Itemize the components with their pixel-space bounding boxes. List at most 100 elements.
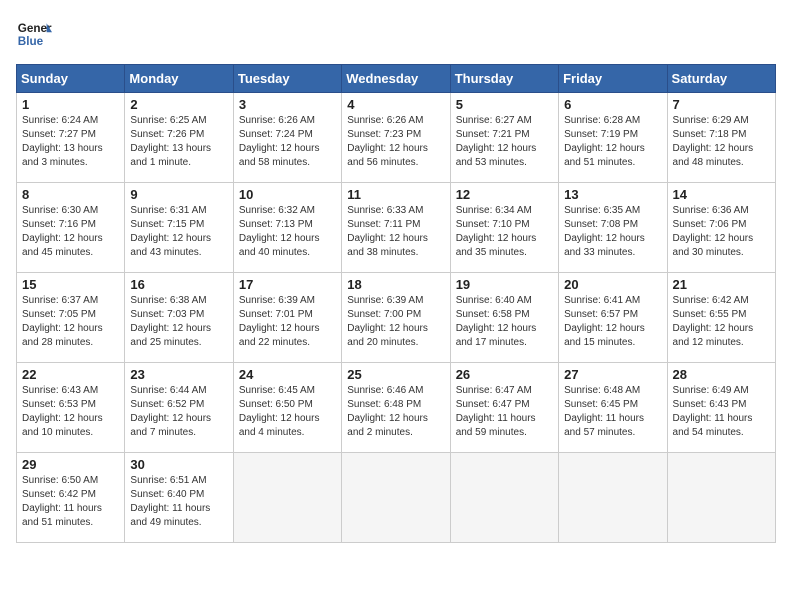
- calendar-cell: 5 Sunrise: 6:27 AM Sunset: 7:21 PM Dayli…: [450, 93, 558, 183]
- day-number: 9: [130, 187, 227, 202]
- day-number: 12: [456, 187, 553, 202]
- calendar-cell: 10 Sunrise: 6:32 AM Sunset: 7:13 PM Dayl…: [233, 183, 341, 273]
- calendar-cell: 25 Sunrise: 6:46 AM Sunset: 6:48 PM Dayl…: [342, 363, 450, 453]
- calendar-week-row: 22 Sunrise: 6:43 AM Sunset: 6:53 PM Dayl…: [17, 363, 776, 453]
- calendar-cell: 15 Sunrise: 6:37 AM Sunset: 7:05 PM Dayl…: [17, 273, 125, 363]
- day-info: Sunrise: 6:49 AM Sunset: 6:43 PM Dayligh…: [673, 384, 770, 440]
- day-number: 24: [239, 367, 336, 382]
- calendar-cell: [342, 453, 450, 543]
- day-info: Sunrise: 6:42 AM Sunset: 6:55 PM Dayligh…: [673, 294, 770, 350]
- day-number: 19: [456, 277, 553, 292]
- day-info: Sunrise: 6:29 AM Sunset: 7:18 PM Dayligh…: [673, 114, 770, 170]
- day-number: 10: [239, 187, 336, 202]
- day-info: Sunrise: 6:35 AM Sunset: 7:08 PM Dayligh…: [564, 204, 661, 260]
- day-number: 1: [22, 97, 119, 112]
- day-number: 16: [130, 277, 227, 292]
- day-info: Sunrise: 6:30 AM Sunset: 7:16 PM Dayligh…: [22, 204, 119, 260]
- day-info: Sunrise: 6:50 AM Sunset: 6:42 PM Dayligh…: [22, 474, 119, 530]
- day-info: Sunrise: 6:27 AM Sunset: 7:21 PM Dayligh…: [456, 114, 553, 170]
- day-info: Sunrise: 6:45 AM Sunset: 6:50 PM Dayligh…: [239, 384, 336, 440]
- day-info: Sunrise: 6:36 AM Sunset: 7:06 PM Dayligh…: [673, 204, 770, 260]
- day-number: 5: [456, 97, 553, 112]
- calendar-cell: 28 Sunrise: 6:49 AM Sunset: 6:43 PM Dayl…: [667, 363, 775, 453]
- calendar-cell: 3 Sunrise: 6:26 AM Sunset: 7:24 PM Dayli…: [233, 93, 341, 183]
- calendar-table: SundayMondayTuesdayWednesdayThursdayFrid…: [16, 64, 776, 543]
- day-info: Sunrise: 6:46 AM Sunset: 6:48 PM Dayligh…: [347, 384, 444, 440]
- day-number: 13: [564, 187, 661, 202]
- day-number: 14: [673, 187, 770, 202]
- calendar-cell: 19 Sunrise: 6:40 AM Sunset: 6:58 PM Dayl…: [450, 273, 558, 363]
- day-number: 22: [22, 367, 119, 382]
- weekday-header: Monday: [125, 65, 233, 93]
- calendar-cell: 30 Sunrise: 6:51 AM Sunset: 6:40 PM Dayl…: [125, 453, 233, 543]
- calendar-cell: 18 Sunrise: 6:39 AM Sunset: 7:00 PM Dayl…: [342, 273, 450, 363]
- day-number: 4: [347, 97, 444, 112]
- calendar-cell: 17 Sunrise: 6:39 AM Sunset: 7:01 PM Dayl…: [233, 273, 341, 363]
- calendar-cell: 2 Sunrise: 6:25 AM Sunset: 7:26 PM Dayli…: [125, 93, 233, 183]
- svg-text:Blue: Blue: [18, 35, 44, 48]
- calendar-cell: 1 Sunrise: 6:24 AM Sunset: 7:27 PM Dayli…: [17, 93, 125, 183]
- day-info: Sunrise: 6:51 AM Sunset: 6:40 PM Dayligh…: [130, 474, 227, 530]
- calendar-cell: 14 Sunrise: 6:36 AM Sunset: 7:06 PM Dayl…: [667, 183, 775, 273]
- day-info: Sunrise: 6:48 AM Sunset: 6:45 PM Dayligh…: [564, 384, 661, 440]
- day-number: 7: [673, 97, 770, 112]
- day-number: 27: [564, 367, 661, 382]
- day-number: 30: [130, 457, 227, 472]
- day-info: Sunrise: 6:44 AM Sunset: 6:52 PM Dayligh…: [130, 384, 227, 440]
- day-number: 6: [564, 97, 661, 112]
- day-number: 21: [673, 277, 770, 292]
- day-info: Sunrise: 6:39 AM Sunset: 7:01 PM Dayligh…: [239, 294, 336, 350]
- calendar-cell: [667, 453, 775, 543]
- calendar-cell: 29 Sunrise: 6:50 AM Sunset: 6:42 PM Dayl…: [17, 453, 125, 543]
- day-info: Sunrise: 6:41 AM Sunset: 6:57 PM Dayligh…: [564, 294, 661, 350]
- day-number: 29: [22, 457, 119, 472]
- calendar-cell: 26 Sunrise: 6:47 AM Sunset: 6:47 PM Dayl…: [450, 363, 558, 453]
- day-info: Sunrise: 6:24 AM Sunset: 7:27 PM Dayligh…: [22, 114, 119, 170]
- weekday-header: Friday: [559, 65, 667, 93]
- calendar-cell: 12 Sunrise: 6:34 AM Sunset: 7:10 PM Dayl…: [450, 183, 558, 273]
- day-info: Sunrise: 6:26 AM Sunset: 7:24 PM Dayligh…: [239, 114, 336, 170]
- day-info: Sunrise: 6:25 AM Sunset: 7:26 PM Dayligh…: [130, 114, 227, 170]
- calendar-week-row: 1 Sunrise: 6:24 AM Sunset: 7:27 PM Dayli…: [17, 93, 776, 183]
- day-number: 23: [130, 367, 227, 382]
- day-number: 11: [347, 187, 444, 202]
- weekday-header: Tuesday: [233, 65, 341, 93]
- day-number: 25: [347, 367, 444, 382]
- day-info: Sunrise: 6:39 AM Sunset: 7:00 PM Dayligh…: [347, 294, 444, 350]
- day-number: 3: [239, 97, 336, 112]
- calendar-cell: 13 Sunrise: 6:35 AM Sunset: 7:08 PM Dayl…: [559, 183, 667, 273]
- day-info: Sunrise: 6:37 AM Sunset: 7:05 PM Dayligh…: [22, 294, 119, 350]
- calendar-week-row: 15 Sunrise: 6:37 AM Sunset: 7:05 PM Dayl…: [17, 273, 776, 363]
- day-number: 17: [239, 277, 336, 292]
- day-info: Sunrise: 6:33 AM Sunset: 7:11 PM Dayligh…: [347, 204, 444, 260]
- day-number: 18: [347, 277, 444, 292]
- calendar-cell: 23 Sunrise: 6:44 AM Sunset: 6:52 PM Dayl…: [125, 363, 233, 453]
- calendar-cell: [233, 453, 341, 543]
- logo: General Blue: [16, 16, 52, 52]
- calendar-cell: 16 Sunrise: 6:38 AM Sunset: 7:03 PM Dayl…: [125, 273, 233, 363]
- day-info: Sunrise: 6:38 AM Sunset: 7:03 PM Dayligh…: [130, 294, 227, 350]
- calendar-header: SundayMondayTuesdayWednesdayThursdayFrid…: [17, 65, 776, 93]
- weekday-header: Thursday: [450, 65, 558, 93]
- calendar-cell: 24 Sunrise: 6:45 AM Sunset: 6:50 PM Dayl…: [233, 363, 341, 453]
- calendar-cell: 20 Sunrise: 6:41 AM Sunset: 6:57 PM Dayl…: [559, 273, 667, 363]
- day-info: Sunrise: 6:47 AM Sunset: 6:47 PM Dayligh…: [456, 384, 553, 440]
- day-number: 2: [130, 97, 227, 112]
- calendar-cell: 22 Sunrise: 6:43 AM Sunset: 6:53 PM Dayl…: [17, 363, 125, 453]
- calendar-cell: 27 Sunrise: 6:48 AM Sunset: 6:45 PM Dayl…: [559, 363, 667, 453]
- calendar-cell: 21 Sunrise: 6:42 AM Sunset: 6:55 PM Dayl…: [667, 273, 775, 363]
- day-info: Sunrise: 6:32 AM Sunset: 7:13 PM Dayligh…: [239, 204, 336, 260]
- calendar-cell: [559, 453, 667, 543]
- calendar-cell: 11 Sunrise: 6:33 AM Sunset: 7:11 PM Dayl…: [342, 183, 450, 273]
- day-number: 26: [456, 367, 553, 382]
- day-info: Sunrise: 6:43 AM Sunset: 6:53 PM Dayligh…: [22, 384, 119, 440]
- day-info: Sunrise: 6:40 AM Sunset: 6:58 PM Dayligh…: [456, 294, 553, 350]
- day-number: 20: [564, 277, 661, 292]
- day-info: Sunrise: 6:31 AM Sunset: 7:15 PM Dayligh…: [130, 204, 227, 260]
- day-number: 8: [22, 187, 119, 202]
- calendar-cell: 9 Sunrise: 6:31 AM Sunset: 7:15 PM Dayli…: [125, 183, 233, 273]
- day-info: Sunrise: 6:26 AM Sunset: 7:23 PM Dayligh…: [347, 114, 444, 170]
- day-number: 15: [22, 277, 119, 292]
- calendar-cell: 7 Sunrise: 6:29 AM Sunset: 7:18 PM Dayli…: [667, 93, 775, 183]
- day-info: Sunrise: 6:28 AM Sunset: 7:19 PM Dayligh…: [564, 114, 661, 170]
